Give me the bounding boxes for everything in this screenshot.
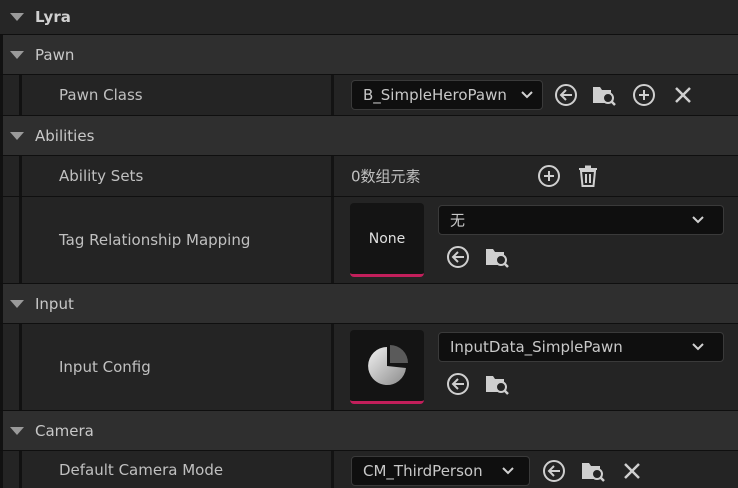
combo-value: B_SimpleHeroPawn <box>363 86 507 104</box>
browse-button[interactable] <box>580 458 606 484</box>
data-asset-pie-icon <box>368 344 408 385</box>
browse-folder-icon <box>593 87 616 106</box>
category-input[interactable]: Input <box>0 284 738 324</box>
property-row-tag-relationship-mapping: Tag Relationship Mapping None 无 <box>0 197 738 284</box>
use-selected-icon <box>447 373 469 395</box>
input-config-combo[interactable]: InputData_SimplePawn <box>438 332 724 362</box>
asset-thumbnail[interactable] <box>350 330 424 404</box>
close-icon <box>624 463 640 479</box>
category-pawn[interactable]: Pawn <box>0 35 738 75</box>
property-label: Ability Sets <box>59 167 144 185</box>
add-button[interactable] <box>631 82 657 108</box>
browse-button[interactable] <box>484 244 510 270</box>
plus-circle-icon <box>633 84 655 106</box>
browse-button[interactable] <box>484 371 510 397</box>
category-label: Abilities <box>35 126 95 145</box>
pawn-class-combo[interactable]: B_SimpleHeroPawn <box>351 80 543 110</box>
array-count-text: 0数组元素 <box>351 167 421 186</box>
browse-button[interactable] <box>591 82 617 108</box>
chevron-down-icon <box>521 91 533 99</box>
category-label: Camera <box>35 421 94 440</box>
chevron-down-icon <box>692 216 704 224</box>
property-row-ability-sets: Ability Sets 0数组元素 <box>0 156 738 197</box>
property-row-pawn-class: Pawn Class B_SimpleHeroPawn <box>0 75 738 116</box>
property-label: Tag Relationship Mapping <box>59 231 251 249</box>
chevron-down-icon <box>502 467 514 475</box>
property-label: Pawn Class <box>59 86 143 104</box>
combo-value: CM_ThirdPerson <box>363 462 483 480</box>
use-selected-icon <box>543 460 565 482</box>
expand-arrow-icon[interactable] <box>10 50 24 59</box>
category-label: Input <box>35 294 74 313</box>
expand-arrow-icon[interactable] <box>10 426 24 435</box>
plus-circle-icon <box>538 165 560 187</box>
add-element-button[interactable] <box>536 163 562 189</box>
clear-button[interactable] <box>619 458 645 484</box>
use-selected-button[interactable] <box>445 371 471 397</box>
thumbnail-label: None <box>368 230 406 247</box>
property-label: Input Config <box>59 358 151 376</box>
delete-all-button[interactable] <box>575 163 601 189</box>
default-camera-mode-combo[interactable]: CM_ThirdPerson <box>351 456 530 486</box>
asset-thumbnail[interactable]: None <box>350 203 424 277</box>
expand-arrow-icon[interactable] <box>10 131 24 140</box>
browse-folder-icon <box>582 463 605 482</box>
combo-value: 无 <box>450 211 466 230</box>
close-icon <box>675 87 691 103</box>
category-abilities[interactable]: Abilities <box>0 116 738 156</box>
property-label: Default Camera Mode <box>59 460 224 479</box>
use-selected-icon <box>447 246 469 268</box>
property-row-input-config: Input Config InputData_SimplePawn <box>0 324 738 411</box>
details-panel: Lyra Pawn Pawn Class B_SimpleHeroPawn Ab… <box>0 0 738 488</box>
use-selected-icon <box>555 84 577 106</box>
category-label: Pawn <box>35 45 75 64</box>
clear-button[interactable] <box>670 82 696 108</box>
property-row-default-camera-mode: Default Camera Mode CM_ThirdPerson <box>0 451 738 488</box>
chevron-down-icon <box>692 343 704 351</box>
expand-arrow-icon[interactable] <box>10 13 24 21</box>
category-camera[interactable]: Camera <box>0 411 738 451</box>
browse-folder-icon <box>486 376 509 395</box>
expand-arrow-icon[interactable] <box>10 299 24 308</box>
combo-value: InputData_SimplePawn <box>450 338 623 356</box>
use-selected-button[interactable] <box>541 458 567 484</box>
category-lyra[interactable]: Lyra <box>0 0 738 35</box>
category-label: Lyra <box>35 8 71 26</box>
trash-icon <box>579 165 597 187</box>
browse-folder-icon <box>486 249 509 268</box>
use-selected-button[interactable] <box>553 82 579 108</box>
tag-relationship-mapping-combo[interactable]: 无 <box>438 205 724 235</box>
use-selected-button[interactable] <box>445 244 471 270</box>
